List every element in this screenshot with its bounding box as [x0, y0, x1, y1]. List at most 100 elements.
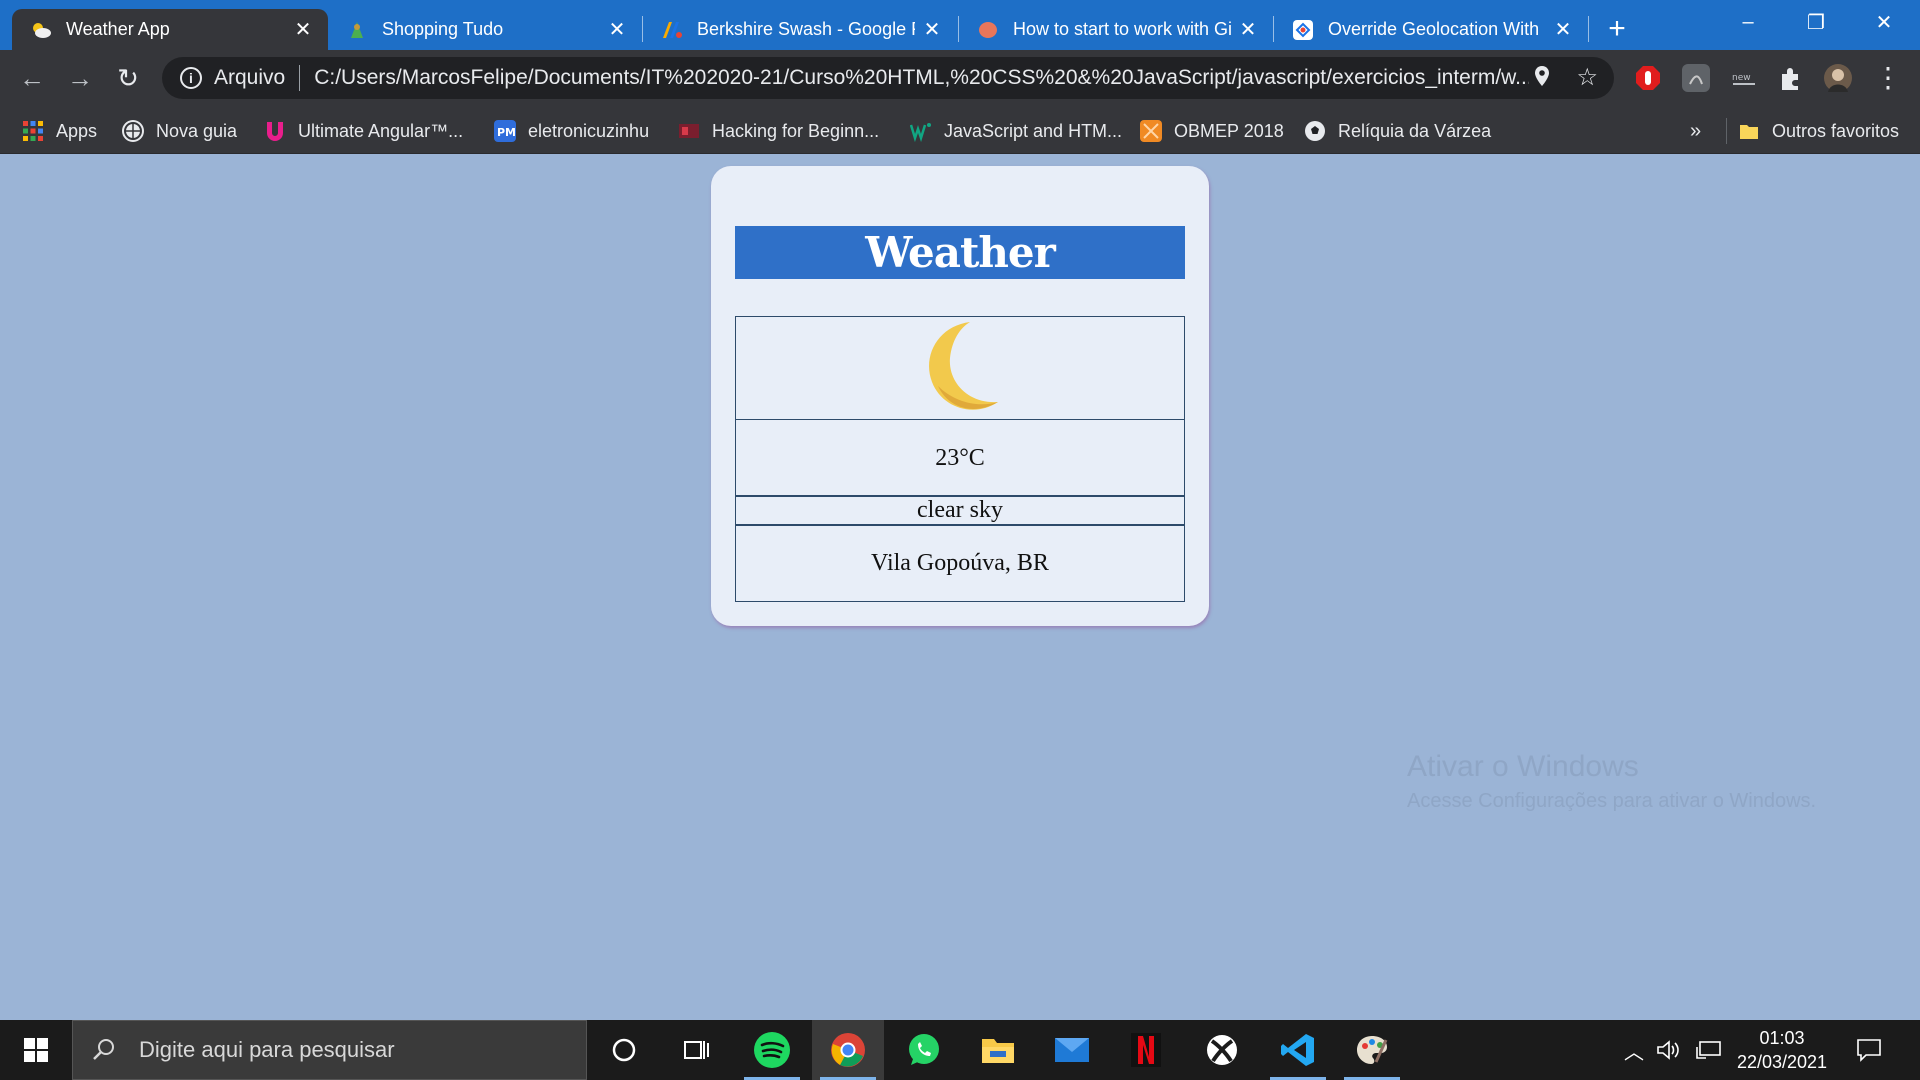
volume-button[interactable]	[1656, 1020, 1682, 1080]
close-tab-icon[interactable]: ✕	[292, 19, 314, 41]
bookmark-label: OBMEP 2018	[1174, 120, 1284, 141]
notification-icon	[1857, 1039, 1881, 1062]
spotify-icon	[754, 1032, 790, 1068]
menu-button[interactable]: ⋮	[1870, 60, 1906, 96]
octocat-icon	[977, 19, 999, 41]
close-window-button[interactable]: ✕	[1850, 0, 1918, 44]
bookmark-outros-favoritos[interactable]: Outros favoritos	[1738, 118, 1899, 144]
clock-date: 22/03/2021	[1736, 1052, 1828, 1072]
bookmark-eletronicuzinhu[interactable]: PM eletronicuzinhu	[494, 118, 649, 144]
weather-title: Weather	[735, 226, 1185, 279]
taskbar-search-box[interactable]: Digite aqui para pesquisar	[72, 1020, 587, 1080]
pm-icon: PM	[494, 120, 516, 142]
back-button[interactable]: ←	[14, 60, 50, 96]
bookmark-star-icon[interactable]: ☆	[1576, 63, 1598, 92]
file-explorer-app[interactable]	[962, 1020, 1034, 1080]
bookmark-label: Nova guia	[156, 120, 238, 141]
browser-toolbar: ← → ↻ i Arquivo C:/Users/MarcosFelipe/Do…	[0, 50, 1920, 106]
arrow-right-icon: →	[67, 63, 93, 93]
bookmark-javascript-html[interactable]: JavaScript and HTM...	[909, 118, 1122, 144]
tray-show-hidden-button[interactable]: ︿	[1624, 1020, 1644, 1080]
start-button[interactable]	[0, 1020, 72, 1080]
more-vertical-icon: ⋮	[1874, 62, 1902, 93]
tab-shopping-tudo[interactable]: Shopping Tudo ✕	[328, 9, 642, 50]
description-cell: clear sky	[735, 495, 1185, 526]
tab-override-geolocation[interactable]: Override Geolocation With ✕	[1274, 9, 1588, 50]
activation-watermark-title: Ativar o Windows	[1407, 750, 1639, 783]
chevron-up-icon: ︿	[1624, 1041, 1644, 1064]
arrow-left-icon: ←	[19, 63, 45, 93]
bookmark-label: Relíquia da Várzea	[1338, 120, 1492, 141]
windows-logo-icon	[24, 1038, 48, 1062]
bookmarks-divider	[1726, 118, 1727, 144]
address-bar[interactable]: i Arquivo C:/Users/MarcosFelipe/Document…	[162, 57, 1614, 99]
svg-text:PM: PM	[497, 126, 516, 139]
adblock-extension-icon[interactable]	[1634, 64, 1662, 92]
bookmark-label: Apps	[56, 120, 98, 141]
puzzle-extensions-icon[interactable]	[1776, 64, 1804, 92]
folder-explorer-icon	[982, 1039, 1014, 1063]
minimize-button[interactable]: –	[1714, 0, 1782, 44]
activation-watermark-subtitle: Acesse Configurações para ativar o Windo…	[1407, 790, 1817, 812]
globe-icon	[122, 120, 144, 142]
clock-time: 01:03	[1759, 1028, 1805, 1048]
tab-strip: Weather App ✕ Shopping Tudo ✕ Berkshire …	[0, 0, 1920, 50]
weather-description: clear sky	[917, 497, 1003, 523]
paint-app[interactable]	[1336, 1020, 1408, 1080]
apps-grid-icon	[22, 120, 44, 142]
cloud-sun-icon	[30, 19, 52, 41]
cortana-button[interactable]	[588, 1020, 660, 1080]
netflix-app[interactable]	[1110, 1020, 1182, 1080]
notification-center-button[interactable]	[1856, 1020, 1882, 1080]
crescent-moon-icon	[929, 322, 998, 410]
bookmarks-overflow-button[interactable]: »	[1690, 118, 1701, 144]
search-icon	[93, 1039, 114, 1060]
tab-berkshire-swash[interactable]: Berkshire Swash - Google Fonts ✕	[643, 9, 957, 50]
speaker-icon	[1657, 1040, 1679, 1060]
info-icon[interactable]: i	[180, 67, 202, 89]
reload-button[interactable]: ↻	[110, 60, 146, 96]
windows-taskbar: Digite aqui para pesquisar ︿ 01:03 22/03…	[0, 1020, 1920, 1080]
taskbar-clock[interactable]: 01:03 22/03/2021	[1716, 1026, 1848, 1074]
location-pin-icon[interactable]	[1534, 65, 1550, 93]
close-tab-icon[interactable]: ✕	[606, 19, 628, 41]
xbox-app[interactable]	[1186, 1020, 1258, 1080]
bookmark-hacking-for-beginners[interactable]: Hacking for Beginn...	[678, 118, 879, 144]
vscode-app[interactable]	[1262, 1020, 1334, 1080]
close-tab-icon[interactable]: ✕	[1237, 19, 1259, 41]
pdf-extension-icon[interactable]	[1682, 64, 1710, 92]
bookmark-ultimate-angular[interactable]: Ultimate Angular™...	[264, 118, 463, 144]
temperature-value: 23°C	[935, 444, 985, 471]
xbox-icon	[1207, 1035, 1237, 1065]
tab-divider	[1588, 16, 1589, 42]
cortana-circle-icon	[612, 1038, 636, 1062]
tab-weather-app[interactable]: Weather App ✕	[12, 9, 328, 50]
bookmark-nova-guia[interactable]: Nova guia	[122, 118, 237, 144]
close-tab-icon[interactable]: ✕	[1552, 19, 1574, 41]
url-text[interactable]: C:/Users/MarcosFelipe/Documents/IT%20202…	[314, 66, 1529, 90]
hacking-icon	[678, 120, 700, 142]
restore-button[interactable]: ❐	[1782, 0, 1850, 44]
new-tab-button[interactable]: +	[1600, 13, 1634, 47]
spotify-app[interactable]	[736, 1020, 808, 1080]
bookmark-label: Ultimate Angular™...	[298, 120, 464, 141]
bookmark-reliquia-da-varzea[interactable]: Relíquia da Várzea	[1304, 118, 1491, 144]
chrome-app[interactable]	[812, 1020, 884, 1080]
mail-app[interactable]	[1036, 1020, 1108, 1080]
tab-title: Shopping Tudo	[382, 19, 504, 39]
page-viewport: Weather 23°C clear sky Vila Gopoúva, BR	[0, 155, 1920, 1020]
forward-button[interactable]: →	[62, 60, 98, 96]
news-extension-icon[interactable]: new	[1730, 64, 1758, 92]
vscode-icon	[1281, 1034, 1314, 1066]
tab-git-tutorial[interactable]: How to start to work with Git ✕	[959, 9, 1273, 50]
task-view-button[interactable]	[660, 1020, 732, 1080]
task-view-icon	[684, 1041, 709, 1059]
profile-avatar[interactable]	[1824, 64, 1852, 92]
bookmark-apps[interactable]: Apps	[22, 118, 97, 144]
bookmark-obmep-2018[interactable]: OBMEP 2018	[1140, 118, 1284, 144]
close-tab-icon[interactable]: ✕	[921, 19, 943, 41]
weather-icon-cell	[735, 316, 1185, 420]
whatsapp-app[interactable]	[888, 1020, 960, 1080]
temperature-cell: 23°C	[735, 419, 1185, 497]
chrome-icon	[831, 1033, 865, 1067]
